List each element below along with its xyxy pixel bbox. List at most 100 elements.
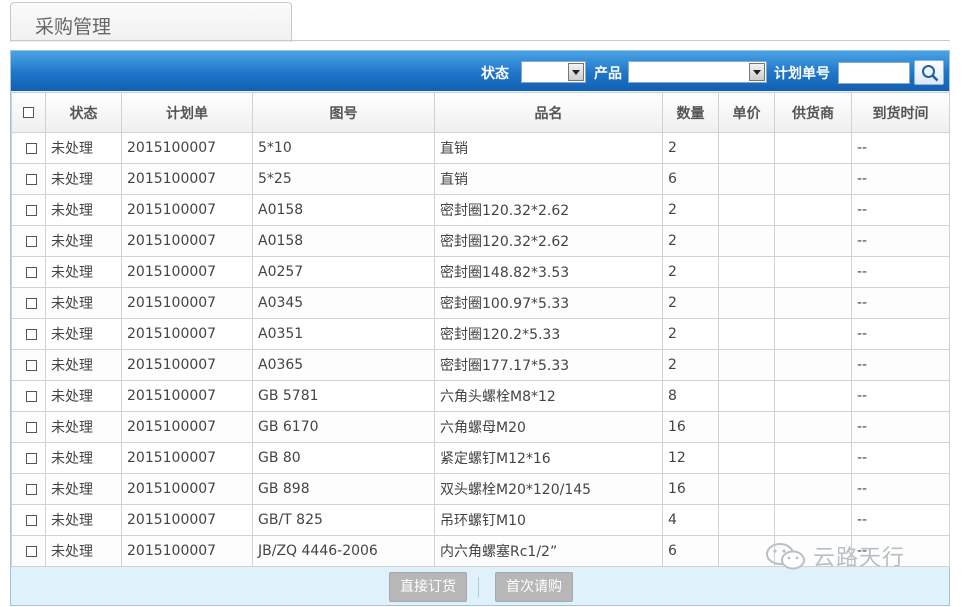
- cell-quantity: 12: [662, 442, 719, 474]
- row-checkbox[interactable]: [25, 328, 37, 340]
- plan-no-filter-label: 计划单号: [774, 66, 830, 82]
- cell-supplier: [774, 318, 852, 350]
- table-row[interactable]: 未处理 2015100007 A0351 密封圈120.2*5.33 2 --: [11, 318, 950, 350]
- table-row[interactable]: 未处理 2015100007 GB/T 825 吊环螺钉M10 4 --: [11, 504, 950, 536]
- cell-product-name: 密封圈148.82*3.53: [434, 256, 663, 288]
- table-row[interactable]: 未处理 2015100007 5*25 直销 6 --: [11, 163, 950, 195]
- cell-status: 未处理: [45, 411, 122, 443]
- chevron-down-icon[interactable]: [749, 63, 765, 81]
- table-row[interactable]: 未处理 2015100007 GB 5781 六角头螺栓M8*12 8 --: [11, 380, 950, 412]
- direct-order-button[interactable]: 直接订货: [389, 572, 467, 602]
- cell-drawing-no: A0345: [252, 287, 435, 319]
- cell-unit-price: [718, 163, 775, 195]
- select-all-checkbox[interactable]: [23, 107, 34, 118]
- row-select-cell: [11, 225, 46, 257]
- status-filter-select[interactable]: [521, 61, 586, 83]
- cell-supplier: [774, 163, 852, 195]
- table-row[interactable]: 未处理 2015100007 JB/ZQ 4446-2006 内六角螺塞Rc1/2” 6…: [11, 535, 950, 567]
- row-checkbox[interactable]: [25, 545, 37, 557]
- cell-product-name: 密封圈177.17*5.33: [434, 349, 663, 381]
- cell-unit-price: [718, 473, 775, 505]
- row-checkbox[interactable]: [25, 173, 37, 185]
- row-checkbox[interactable]: [25, 235, 37, 247]
- first-request-button[interactable]: 首次请购: [495, 572, 573, 602]
- cell-plan: 2015100007: [121, 349, 253, 381]
- select-all-cell: [11, 92, 46, 133]
- cell-unit-price: [718, 380, 775, 412]
- row-select-cell: [11, 256, 46, 288]
- cell-plan: 2015100007: [121, 163, 253, 195]
- cell-plan: 2015100007: [121, 473, 253, 505]
- cell-unit-price: [718, 442, 775, 474]
- row-checkbox[interactable]: [25, 421, 37, 433]
- cell-arrival-time: --: [851, 442, 950, 474]
- table-row[interactable]: 未处理 2015100007 GB 898 双头螺栓M20*120/145 16 --: [11, 473, 950, 505]
- cell-status: 未处理: [45, 535, 122, 567]
- row-checkbox[interactable]: [25, 204, 37, 216]
- row-select-cell: [11, 411, 46, 443]
- header-arrival-time[interactable]: 到货时间: [851, 92, 950, 133]
- table-row[interactable]: 未处理 2015100007 GB 6170 六角螺母M20 16 --: [11, 411, 950, 443]
- watermark-text: 云路天行: [813, 546, 906, 571]
- row-select-cell: [11, 318, 46, 350]
- cell-product-name: 密封圈120.32*2.62: [434, 225, 663, 257]
- header-supplier[interactable]: 供货商: [774, 92, 852, 133]
- cell-supplier: [774, 380, 852, 412]
- cell-quantity: 6: [662, 163, 719, 195]
- header-unit-price[interactable]: 单价: [718, 92, 775, 133]
- cell-drawing-no: A0158: [252, 194, 435, 226]
- tab-purchase-management[interactable]: 采购管理: [10, 2, 292, 42]
- row-checkbox[interactable]: [25, 266, 37, 278]
- header-quantity[interactable]: 数量: [662, 92, 719, 133]
- cell-arrival-time: --: [851, 349, 950, 381]
- row-checkbox[interactable]: [25, 297, 37, 309]
- purchase-panel: 状态 产品 计划单号 状态 计划单 图号 品名 数量 单价 供货商 到货时间 未…: [10, 50, 950, 606]
- table-row[interactable]: 未处理 2015100007 A0365 密封圈177.17*5.33 2 --: [11, 349, 950, 381]
- header-product-name[interactable]: 品名: [434, 92, 663, 133]
- cell-supplier: [774, 504, 852, 536]
- cell-status: 未处理: [45, 256, 122, 288]
- cell-product-name: 直销: [434, 163, 663, 195]
- product-filter-select[interactable]: [628, 61, 767, 83]
- cell-status: 未处理: [45, 318, 122, 350]
- row-checkbox[interactable]: [25, 359, 37, 371]
- cell-arrival-time: --: [851, 318, 950, 350]
- cell-arrival-time: --: [851, 473, 950, 505]
- row-checkbox[interactable]: [25, 514, 37, 526]
- row-select-cell: [11, 349, 46, 381]
- cell-quantity: 2: [662, 132, 719, 164]
- filter-toolbar: 状态 产品 计划单号: [11, 51, 949, 91]
- cell-product-name: 直销: [434, 132, 663, 164]
- row-checkbox[interactable]: [25, 390, 37, 402]
- row-checkbox[interactable]: [25, 142, 37, 154]
- cell-product-name: 六角头螺栓M8*12: [434, 380, 663, 412]
- cell-arrival-time: --: [851, 411, 950, 443]
- row-select-cell: [11, 132, 46, 164]
- table-row[interactable]: 未处理 2015100007 A0257 密封圈148.82*3.53 2 --: [11, 256, 950, 288]
- action-footer: 直接订货 首次请购: [11, 567, 949, 607]
- cell-supplier: [774, 473, 852, 505]
- header-drawing-no[interactable]: 图号: [252, 92, 435, 133]
- row-checkbox[interactable]: [25, 483, 37, 495]
- row-select-cell: [11, 442, 46, 474]
- plan-no-input[interactable]: [838, 62, 910, 84]
- table-row[interactable]: 未处理 2015100007 A0158 密封圈120.32*2.62 2 --: [11, 225, 950, 257]
- cell-product-name: 密封圈120.2*5.33: [434, 318, 663, 350]
- table-row[interactable]: 未处理 2015100007 A0158 密封圈120.32*2.62 2 --: [11, 194, 950, 226]
- cell-plan: 2015100007: [121, 256, 253, 288]
- cell-supplier: [774, 442, 852, 474]
- chevron-down-icon[interactable]: [568, 63, 584, 81]
- header-plan[interactable]: 计划单: [121, 92, 253, 133]
- cell-unit-price: [718, 225, 775, 257]
- table-row[interactable]: 未处理 2015100007 A0345 密封圈100.97*5.33 2 --: [11, 287, 950, 319]
- cell-plan: 2015100007: [121, 380, 253, 412]
- table-row[interactable]: 未处理 2015100007 5*10 直销 2 --: [11, 132, 950, 164]
- table-row[interactable]: 未处理 2015100007 GB 80 紧定螺钉M12*16 12 --: [11, 442, 950, 474]
- search-button[interactable]: [914, 60, 944, 85]
- cell-quantity: 2: [662, 318, 719, 350]
- cell-plan: 2015100007: [121, 504, 253, 536]
- cell-unit-price: [718, 349, 775, 381]
- row-checkbox[interactable]: [25, 452, 37, 464]
- cell-unit-price: [718, 132, 775, 164]
- header-status[interactable]: 状态: [45, 92, 122, 133]
